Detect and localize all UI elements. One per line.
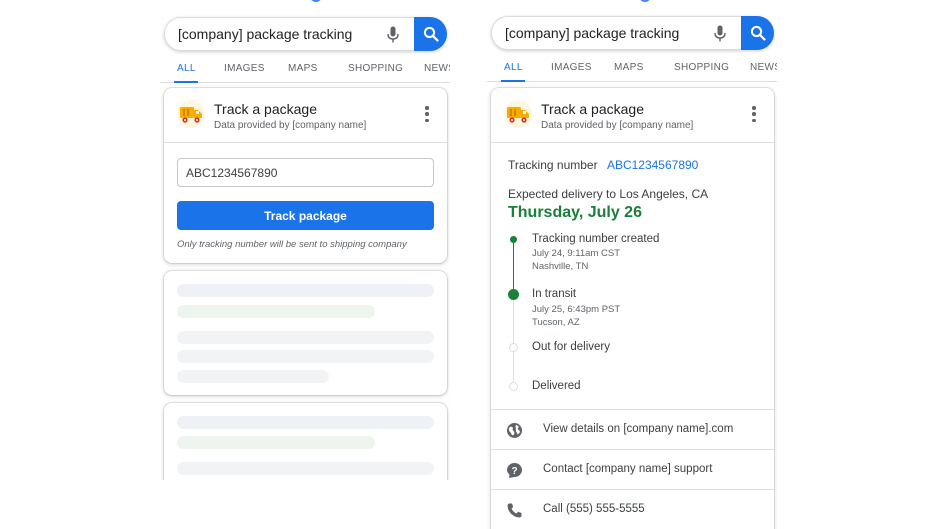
timeline-line-complete [513,239,514,295]
search-icon [750,25,766,41]
track-package-button[interactable]: Track package [177,201,434,230]
timeline-step-title: Out for delivery [532,341,610,353]
search-input[interactable]: [company] package tracking [492,25,711,41]
skeleton-line [177,462,434,475]
tracking-number-input[interactable]: ABC1234567890 [177,158,434,187]
card-title: Track a package [541,101,644,117]
more-options-icon[interactable] [752,106,756,122]
timeline-step-title: Delivered [532,380,581,392]
search-input[interactable]: [company] package tracking [165,26,384,42]
search-tabs: ALL IMAGES MAPS SHOPPING NEWS [487,58,777,82]
tracking-number-link[interactable]: ABC1234567890 [607,158,698,172]
card-header: Track a package Data provided by [compan… [164,88,447,143]
view-details-link[interactable]: View details on [company name].com [543,423,733,435]
microphone-icon[interactable] [384,24,402,44]
privacy-note: Only tracking number will be sent to shi… [177,239,407,250]
skeleton-line [177,416,434,429]
right-phone-screen: [company] package tracking ALL IMAGES MA… [487,0,777,529]
search-button[interactable] [414,17,447,51]
svg-text:?: ? [511,465,517,476]
call-link[interactable]: Call (555) 555-5555 [543,503,645,515]
search-button[interactable] [741,16,774,50]
skeleton-line [177,331,434,344]
tab-shopping[interactable]: SHOPPING [348,63,403,74]
timeline-step-title: Tracking number created [532,233,660,245]
skeleton-line [177,370,329,383]
skeleton-line [177,305,375,318]
truck-icon [504,100,532,128]
timeline-dot-current [508,289,519,300]
card-subtitle: Data provided by [company name] [541,120,694,131]
tab-maps[interactable]: MAPS [288,63,318,74]
skeleton-line [177,350,434,363]
skeleton-line [177,284,434,297]
globe-icon [505,421,523,439]
tab-all[interactable]: ALL [177,63,196,74]
tracking-result-card: Track a package Data provided by [compan… [491,88,774,529]
timeline-step-time: July 24, 9:11am CST [532,248,621,259]
timeline-step-place: Tucson, AZ [532,317,580,328]
search-icon [423,26,439,42]
more-options-icon[interactable] [425,106,429,122]
view-details-row[interactable]: View details on [company name].com [491,409,774,449]
expected-delivery-date: Thursday, July 26 [508,204,642,221]
loading-card [164,403,447,480]
left-phone-screen: [company] package tracking ALL IMAGES MA… [160,0,450,480]
track-package-card: Track a package Data provided by [compan… [164,88,447,263]
timeline-step-time: July 25, 6:43pm PST [532,304,621,315]
help-icon: ? [505,461,523,479]
tab-news[interactable]: NEWS [424,63,450,74]
timeline-step-title: In transit [532,288,577,300]
google-logo-fragment [310,0,322,2]
expected-delivery-label: Expected delivery to Los Angeles, CA [508,187,709,201]
card-title: Track a package [214,101,317,117]
tab-images[interactable]: IMAGES [224,63,265,74]
tab-maps[interactable]: MAPS [614,62,644,73]
tab-news[interactable]: NEWS [750,62,777,73]
card-subtitle: Data provided by [company name] [214,120,367,131]
call-row[interactable]: Call (555) 555-5555 [491,489,774,529]
tracking-number-label: Tracking number [508,158,598,172]
loading-card [164,271,447,395]
active-tab-indicator [174,81,198,83]
timeline-dot-pending [509,382,518,391]
tracking-number-row: Tracking number ABC1234567890 [508,158,698,172]
timeline-step-place: Nashville, TN [532,261,589,272]
contact-support-link[interactable]: Contact [company name] support [543,463,712,475]
tab-all[interactable]: ALL [504,62,523,73]
timeline-dot-pending [509,343,518,352]
timeline-dot-done [510,236,517,243]
search-tabs: ALL IMAGES MAPS SHOPPING NEWS [160,59,450,83]
phone-icon [505,501,523,519]
skeleton-line [177,436,375,449]
truck-icon [177,100,205,128]
microphone-icon[interactable] [711,23,729,43]
search-bar[interactable]: [company] package tracking [491,16,774,50]
google-logo-fragment [639,0,651,2]
card-header: Track a package Data provided by [compan… [491,88,774,143]
search-bar[interactable]: [company] package tracking [164,17,447,51]
tab-shopping[interactable]: SHOPPING [674,62,729,73]
active-tab-indicator [501,80,525,82]
tab-images[interactable]: IMAGES [551,62,592,73]
contact-support-row[interactable]: ? Contact [company name] support [491,449,774,489]
